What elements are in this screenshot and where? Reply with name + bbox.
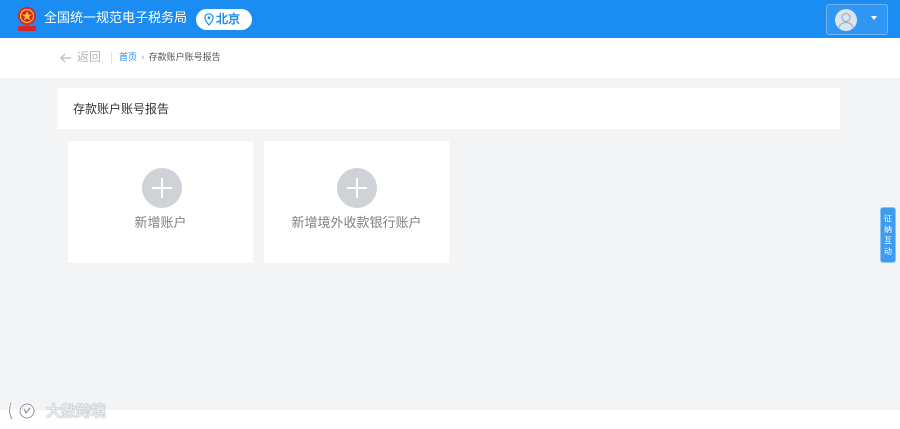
- breadcrumb-home-link[interactable]: 首页: [119, 53, 137, 63]
- breadcrumb: 首页 › 存款账户账号报告: [119, 52, 221, 64]
- divider: [111, 52, 112, 64]
- breadcrumb-current: 存款账户账号报告: [148, 53, 221, 63]
- region-selector[interactable]: 北京: [196, 9, 252, 30]
- add-overseas-bank-account-label: 新增境外收款银行账户: [291, 216, 422, 231]
- site-title[interactable]: 全国统一规范电子税务局: [44, 11, 187, 27]
- navigation-bar: 返回 首页 › 存款账户账号报告: [0, 38, 900, 78]
- add-overseas-bank-account-card[interactable]: 新增境外收款银行账户: [264, 141, 449, 263]
- top-header: 全国统一规范电子税务局 北京: [0, 0, 900, 38]
- interaction-side-tab[interactable]: 征纳互动: [880, 207, 896, 263]
- plus-circle-icon: [142, 168, 182, 208]
- plus-circle-icon: [337, 168, 377, 208]
- tax-emblem-icon[interactable]: [14, 5, 40, 33]
- panel-header: 存款账户账号报告: [57, 88, 840, 129]
- user-menu-button[interactable]: [826, 4, 888, 35]
- region-label: 北京: [216, 12, 241, 26]
- add-account-card[interactable]: 新增账户: [68, 141, 253, 263]
- bottom-strip: [0, 410, 900, 429]
- caret-down-icon: [871, 16, 877, 20]
- back-button[interactable]: 返回: [60, 50, 101, 64]
- watermark-text: 大數跨境: [46, 402, 107, 420]
- interaction-side-tab-label: 征纳互动: [884, 214, 892, 256]
- page-title: 存款账户账号报告: [73, 102, 170, 116]
- add-account-label: 新增账户: [134, 216, 187, 231]
- user-avatar-icon: [835, 9, 857, 31]
- arrow-left-icon: [60, 53, 71, 62]
- back-label: 返回: [77, 50, 102, 64]
- watermark-logo-icon: [8, 402, 36, 420]
- breadcrumb-separator: ›: [141, 53, 145, 63]
- location-pin-icon: [204, 13, 214, 26]
